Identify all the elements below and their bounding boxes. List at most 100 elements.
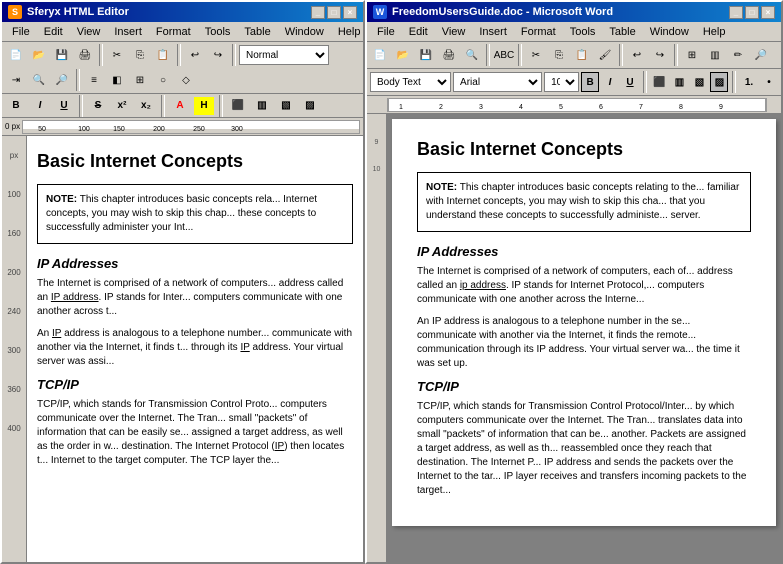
word-menu-insert[interactable]: Insert <box>473 24 513 40</box>
word-menu-file[interactable]: File <box>371 24 401 40</box>
menu-window[interactable]: Window <box>279 24 330 40</box>
italic-btn[interactable]: I <box>29 96 51 116</box>
paste-btn[interactable]: 📋 <box>152 44 174 66</box>
zoom-in-btn[interactable]: 🔍 <box>28 69 50 91</box>
word-maximize-btn[interactable]: □ <box>745 6 759 19</box>
left-win-controls: _ □ × <box>311 6 357 19</box>
diamond-btn[interactable]: ◇ <box>175 69 197 91</box>
toolbar-row-1: 📄 📂 💾 🖨 ✂ ⎘ 📋 ↩ ↪ Normal <box>5 44 360 66</box>
word-minimize-btn[interactable]: _ <box>729 6 743 19</box>
word-spell-btn[interactable]: ABC <box>493 44 515 66</box>
word-print-btn[interactable]: 🖨 <box>438 44 460 66</box>
word-doc-note: NOTE: This chapter introduces basic conc… <box>417 172 751 232</box>
align-left-btn[interactable]: ◧ <box>106 69 128 91</box>
word-undo-btn[interactable]: ↩ <box>626 44 648 66</box>
word-section1-para2: An IP address is analogous to a telephon… <box>417 315 751 371</box>
word-italic-btn[interactable]: I <box>601 72 619 92</box>
minimize-btn[interactable]: _ <box>311 6 325 19</box>
word-table-btn[interactable]: ⊞ <box>681 44 703 66</box>
word-close-btn[interactable]: × <box>761 6 775 19</box>
justify-fmt[interactable]: ▨ <box>299 96 321 116</box>
word-bullets-btn[interactable]: • <box>760 72 778 92</box>
word-redo-btn[interactable]: ↪ <box>649 44 671 66</box>
word-format-bar: Body Text Arial 10 B I U ⬛ ▥ ▧ ▨ 1. • <box>367 69 781 96</box>
word-document[interactable]: Basic Internet Concepts NOTE: This chapt… <box>387 114 781 562</box>
underline-btn[interactable]: U <box>53 96 75 116</box>
menu-format[interactable]: Format <box>150 24 197 40</box>
word-align-left[interactable]: ⬛ <box>651 72 669 92</box>
separator-1 <box>99 44 103 66</box>
style-dropdown[interactable]: Normal <box>239 45 329 65</box>
ruler-5: 5 <box>559 104 563 111</box>
word-preview-btn[interactable]: 🔍 <box>461 44 483 66</box>
highlight-btn[interactable]: H <box>193 96 215 116</box>
menu-insert[interactable]: Insert <box>108 24 148 40</box>
word-paste-btn[interactable]: 📋 <box>571 44 593 66</box>
save-btn[interactable]: 💾 <box>51 44 73 66</box>
word-save-btn[interactable]: 💾 <box>415 44 437 66</box>
word-font-select[interactable]: Arial <box>453 72 542 92</box>
align-center-fmt[interactable]: ▥ <box>251 96 273 116</box>
menu-help[interactable]: Help <box>332 24 367 40</box>
word-menu-help[interactable]: Help <box>697 24 732 40</box>
indent-btn[interactable]: ⇥ <box>5 69 27 91</box>
left-document[interactable]: Basic Internet Concepts NOTE: This chapt… <box>27 136 363 562</box>
word-zoom-btn[interactable]: 🔎 <box>750 44 772 66</box>
word-menu-view[interactable]: View <box>436 24 472 40</box>
ruler-8: 8 <box>679 104 683 111</box>
close-btn[interactable]: × <box>343 6 357 19</box>
bold-btn[interactable]: B <box>5 96 27 116</box>
font-color-btn[interactable]: A <box>169 96 191 116</box>
menu-tools[interactable]: Tools <box>199 24 237 40</box>
circle-btn[interactable]: ○ <box>152 69 174 91</box>
word-align-right[interactable]: ▧ <box>691 72 709 92</box>
sferyx-editor-window: S Sferyx HTML Editor _ □ × File Edit Vie… <box>0 0 365 564</box>
strikethrough-btn[interactable]: S <box>87 96 109 116</box>
word-drawing-btn[interactable]: ✏ <box>727 44 749 66</box>
word-content-wrapper: 9 10 Basic Internet Concepts NOTE: This … <box>367 114 781 562</box>
ip-link: IP <box>52 328 61 339</box>
word-new-btn[interactable]: 📄 <box>369 44 391 66</box>
word-open-btn[interactable]: 📂 <box>392 44 414 66</box>
cut-btn[interactable]: ✂ <box>106 44 128 66</box>
bullet-btn[interactable]: ≡ <box>83 69 105 91</box>
open-btn[interactable]: 📂 <box>28 44 50 66</box>
word-align-center[interactable]: ▥ <box>671 72 689 92</box>
word-bold-btn[interactable]: B <box>581 72 599 92</box>
align-right-fmt[interactable]: ▧ <box>275 96 297 116</box>
copy-btn[interactable]: ⎘ <box>129 44 151 66</box>
word-menu-format[interactable]: Format <box>515 24 562 40</box>
left-section1-para2: An IP address is analogous to a telephon… <box>37 327 353 369</box>
left-doc-title: Basic Internet Concepts <box>37 151 353 172</box>
menu-file[interactable]: File <box>6 24 36 40</box>
word-style-select[interactable]: Body Text <box>370 72 451 92</box>
word-menu-edit[interactable]: Edit <box>403 24 434 40</box>
undo-btn[interactable]: ↩ <box>184 44 206 66</box>
word-menu-window[interactable]: Window <box>644 24 695 40</box>
word-columns-btn[interactable]: ▥ <box>704 44 726 66</box>
zoom-out-btn[interactable]: 🔎 <box>51 69 73 91</box>
subscript-btn[interactable]: x₂ <box>135 96 157 116</box>
align-left-fmt[interactable]: ⬛ <box>227 96 249 116</box>
ip-address-link: IP address <box>51 292 99 303</box>
menu-table[interactable]: Table <box>238 24 276 40</box>
word-copy-btn[interactable]: ⎘ <box>548 44 570 66</box>
word-underline-btn[interactable]: U <box>621 72 639 92</box>
word-menu-table[interactable]: Table <box>603 24 641 40</box>
print-btn[interactable]: 🖨 <box>74 44 96 66</box>
align-center-btn[interactable]: ⊞ <box>129 69 151 91</box>
word-paintformat-btn[interactable]: 🖌 <box>594 44 616 66</box>
redo-btn[interactable]: ↪ <box>207 44 229 66</box>
ruler-unit: 0 px <box>5 122 20 131</box>
new-btn[interactable]: 📄 <box>5 44 27 66</box>
menu-edit[interactable]: Edit <box>38 24 69 40</box>
word-justify[interactable]: ▨ <box>710 72 728 92</box>
menu-view[interactable]: View <box>71 24 107 40</box>
word-numbering-btn[interactable]: 1. <box>740 72 758 92</box>
superscript-btn[interactable]: x² <box>111 96 133 116</box>
maximize-btn[interactable]: □ <box>327 6 341 19</box>
word-menu-tools[interactable]: Tools <box>564 24 602 40</box>
word-window: W FreedomUsersGuide.doc - Microsoft Word… <box>365 0 783 564</box>
word-size-select[interactable]: 10 <box>544 72 579 92</box>
word-cut-btn[interactable]: ✂ <box>525 44 547 66</box>
